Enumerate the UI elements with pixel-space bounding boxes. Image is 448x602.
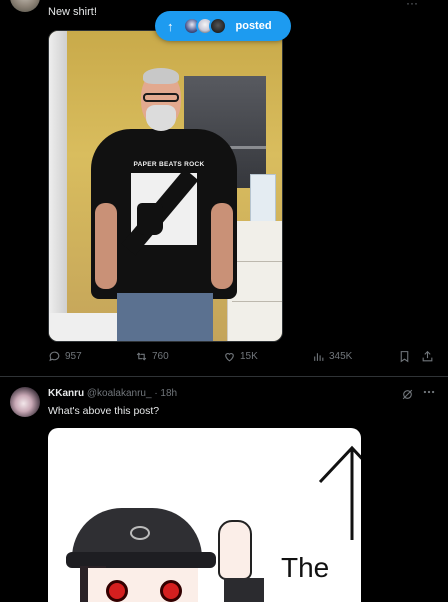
pill-avatar [208,17,227,35]
post-text: New shirt! [48,6,97,18]
author-avatar[interactable] [10,0,40,12]
author-avatar[interactable] [10,387,40,417]
pointing-hand [218,520,252,580]
image-caption: The [281,552,330,583]
shirt-text: PAPER BEATS ROCK [133,161,205,168]
reply-icon [49,351,60,362]
pill-label: posted [235,20,272,32]
heart-icon [225,353,234,362]
repost-button[interactable]: 760 [135,350,169,363]
shirt-graphic [121,168,199,256]
reply-count: 957 [65,351,82,362]
like-count: 15K [240,351,258,362]
new-posts-pill[interactable]: ↑ posted [155,11,291,41]
share-button[interactable] [421,350,434,363]
action-bar: 957 760 15K 345K [48,350,440,368]
post-image[interactable]: The [48,428,361,602]
views-count: 345K [329,351,353,362]
arrow-up-drawing [318,445,361,540]
display-name[interactable]: KKanru [48,388,84,399]
bookmark-icon [400,351,409,363]
more-icon[interactable] [422,385,436,402]
photo-box [250,174,276,224]
post-header: KKanru @koalakanru_ · 18h [48,388,177,399]
arrow-up-icon: ↑ [167,18,174,34]
post-2[interactable]: KKanru @koalakanru_ · 18h What's above t… [0,378,448,602]
more-icon[interactable]: ··· [406,0,418,10]
like-button[interactable]: 15K [223,350,258,363]
post-photo[interactable]: PAPER BEATS ROCK [48,30,283,342]
repost-icon [136,352,147,361]
bookmark-button[interactable] [398,350,411,363]
post-text: What's above this post? [48,405,160,417]
views-icon [314,353,324,361]
photo-wall-panel [49,31,67,341]
share-icon [422,350,433,362]
views-button[interactable]: 345K [312,350,352,363]
timestamp[interactable]: · 18h [154,388,177,399]
character-face [88,568,198,602]
reply-button[interactable]: 957 [48,350,82,363]
repost-count: 760 [152,351,169,362]
grok-icon[interactable] [401,388,414,404]
handle[interactable]: @koalakanru_ [87,388,152,399]
post-1[interactable]: ··· New shirt! PAPER BEATS ROCK 957 760 … [0,0,448,377]
